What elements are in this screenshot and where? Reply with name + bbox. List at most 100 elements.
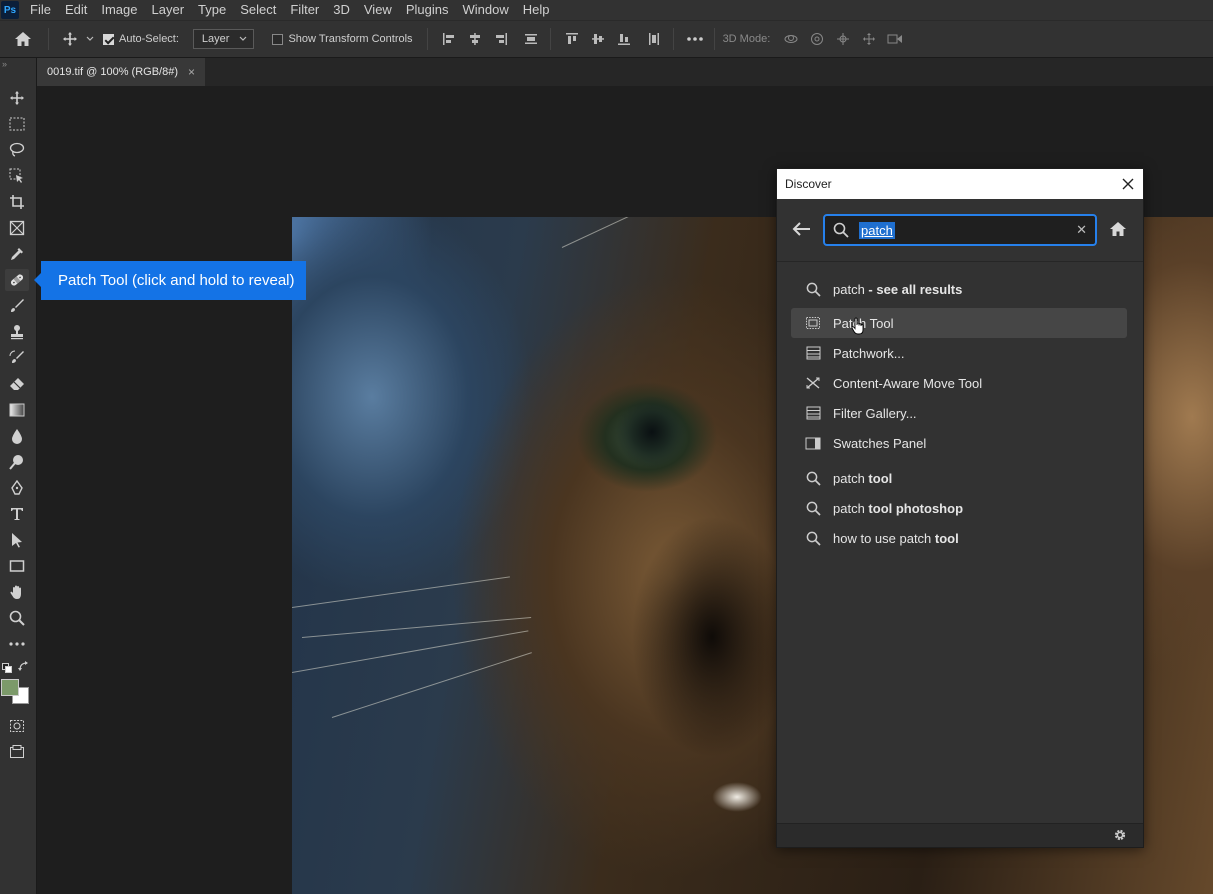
more-options-icon[interactable] — [682, 26, 708, 52]
result-text: how to use patch tool — [833, 530, 959, 546]
3d-scale-icon[interactable] — [882, 26, 908, 52]
menu-type[interactable]: Type — [191, 0, 233, 20]
auto-select-checkbox[interactable]: Auto-Select: — [103, 33, 179, 45]
document-tab[interactable]: 0019.tif @ 100% (RGB/8#) × — [37, 58, 206, 86]
align-right-edges-icon[interactable] — [488, 26, 514, 52]
3d-roll-icon[interactable] — [804, 26, 830, 52]
align-left-edges-icon[interactable] — [436, 26, 462, 52]
default-colors-icon[interactable] — [2, 662, 12, 676]
result-filter-gallery[interactable]: Filter Gallery... — [791, 398, 1127, 428]
checkbox-checked-icon[interactable] — [103, 33, 114, 45]
result-content-aware-move-tool[interactable]: Content-Aware Move Tool — [791, 368, 1127, 398]
result-patch-tool[interactable]: Patch Tool — [791, 308, 1127, 338]
result-patchwork[interactable]: Patchwork... — [791, 338, 1127, 368]
whisker-line — [292, 576, 510, 608]
back-arrow-icon[interactable] — [791, 221, 811, 240]
discover-search-header: patch ✕ — [777, 199, 1143, 262]
separator — [549, 28, 551, 50]
menu-layer[interactable]: Layer — [145, 0, 192, 20]
path-selection-tool-icon[interactable] — [5, 529, 29, 551]
checkbox-unchecked-icon[interactable] — [272, 33, 284, 45]
pen-tool-icon[interactable] — [5, 477, 29, 499]
3d-pan-icon[interactable] — [830, 26, 856, 52]
result-text: Swatches Panel — [833, 435, 927, 451]
show-transform-controls-label: Show Transform Controls — [288, 33, 413, 45]
search-input[interactable]: patch ✕ — [823, 214, 1097, 246]
move-tool-icon[interactable] — [5, 87, 29, 109]
tools-panel: » — [0, 58, 37, 894]
tooltip-text: Patch Tool (click and hold to reveal) — [58, 272, 295, 289]
history-brush-tool-icon[interactable] — [5, 347, 29, 369]
align-horizontal-centers-icon[interactable] — [462, 26, 488, 52]
distribute-vertical-icon[interactable] — [518, 26, 544, 52]
close-icon[interactable] — [1121, 177, 1135, 191]
distribute-horizontal-icon[interactable] — [641, 26, 667, 52]
result-text: Patchwork... — [833, 345, 905, 361]
menu-3d[interactable]: 3D — [326, 0, 357, 20]
show-transform-controls-checkbox[interactable]: Show Transform Controls — [272, 33, 413, 45]
brush-tool-icon[interactable] — [5, 295, 29, 317]
rectangular-marquee-tool-icon[interactable] — [5, 113, 29, 135]
collapse-panel-icon[interactable]: » — [2, 59, 7, 69]
menu-image[interactable]: Image — [94, 0, 144, 20]
eraser-tool-icon[interactable] — [5, 373, 29, 395]
patch-tool-tooltip: Patch Tool (click and hold to reveal) — [34, 261, 306, 300]
crop-tool-icon[interactable] — [5, 191, 29, 213]
result-search-patch-tool[interactable]: patch tool — [791, 463, 1127, 493]
menu-window[interactable]: Window — [455, 0, 515, 20]
document-tab-bar: 0019.tif @ 100% (RGB/8#) × — [37, 58, 1213, 86]
dodge-tool-icon[interactable] — [5, 451, 29, 473]
quick-mask-icon[interactable] — [5, 715, 29, 737]
search-input-value[interactable]: patch — [859, 221, 895, 239]
lasso-tool-icon[interactable] — [5, 139, 29, 161]
result-search-patch-tool-photoshop[interactable]: patch tool photoshop — [791, 493, 1127, 523]
rectangle-tool-icon[interactable] — [5, 555, 29, 577]
foreground-color-swatch[interactable] — [1, 679, 19, 696]
hand-tool-icon[interactable] — [5, 581, 29, 603]
object-selection-tool-icon[interactable] — [5, 165, 29, 187]
edit-toolbar-icon[interactable] — [5, 633, 29, 655]
menu-command-icon — [805, 405, 821, 421]
menu-select[interactable]: Select — [233, 0, 283, 20]
result-search-how-to-use-patch-tool[interactable]: how to use patch tool — [791, 523, 1127, 553]
menu-plugins[interactable]: Plugins — [399, 0, 456, 20]
separator — [48, 28, 49, 50]
gear-icon[interactable] — [1113, 828, 1127, 845]
menu-file[interactable]: File — [23, 0, 58, 20]
healing-brush-tool-icon[interactable] — [5, 269, 29, 291]
close-tab-icon[interactable]: × — [188, 65, 195, 79]
zoom-tool-icon[interactable] — [5, 607, 29, 629]
eyedropper-tool-icon[interactable] — [5, 243, 29, 265]
menu-edit[interactable]: Edit — [58, 0, 94, 20]
menu-view[interactable]: View — [357, 0, 399, 20]
chin-highlight — [712, 782, 762, 812]
dropdown-value: Layer — [201, 33, 230, 45]
3d-mode-label: 3D Mode: — [722, 33, 771, 45]
home-icon[interactable] — [1109, 221, 1127, 240]
swap-colors-icon[interactable] — [18, 661, 29, 675]
result-see-all[interactable]: patch - see all results — [791, 274, 1127, 304]
align-vertical-centers-icon[interactable] — [585, 26, 611, 52]
menu-filter[interactable]: Filter — [283, 0, 326, 20]
3d-orbit-icon[interactable] — [778, 26, 804, 52]
options-bar: Auto-Select: Layer Show Transform Contro… — [0, 20, 1213, 58]
clear-search-icon[interactable]: ✕ — [1076, 222, 1087, 238]
3d-slide-icon[interactable] — [856, 26, 882, 52]
move-tool-preset-icon[interactable] — [57, 26, 83, 52]
screen-mode-icon[interactable] — [5, 741, 29, 763]
gradient-tool-icon[interactable] — [5, 399, 29, 421]
menu-help[interactable]: Help — [516, 0, 557, 20]
home-icon[interactable] — [10, 26, 36, 52]
result-swatches-panel[interactable]: Swatches Panel — [791, 428, 1127, 458]
content-aware-move-icon — [805, 375, 821, 391]
frame-tool-icon[interactable] — [5, 217, 29, 239]
auto-select-target-dropdown[interactable]: Layer — [192, 29, 255, 49]
search-icon — [833, 222, 849, 238]
clone-stamp-tool-icon[interactable] — [5, 321, 29, 343]
blur-tool-icon[interactable] — [5, 425, 29, 447]
type-tool-icon[interactable] — [5, 503, 29, 525]
result-text: patch - see all results — [833, 281, 963, 297]
chevron-down-icon[interactable] — [83, 26, 97, 52]
align-top-edges-icon[interactable] — [559, 26, 585, 52]
align-bottom-edges-icon[interactable] — [611, 26, 637, 52]
